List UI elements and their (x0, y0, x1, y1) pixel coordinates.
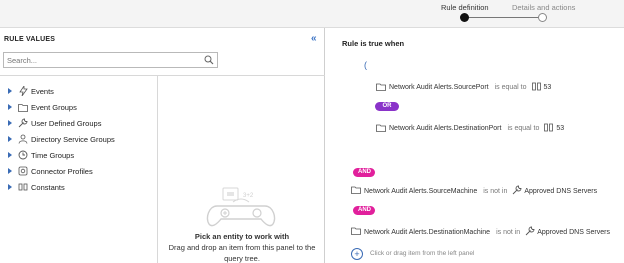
condition-row[interactable]: Network Audit Alerts.DestinationMachine … (351, 226, 610, 238)
condition-field: Network Audit Alerts.SourceMachine (364, 187, 478, 195)
caret-right-icon[interactable] (8, 168, 12, 174)
clock-icon (18, 150, 28, 160)
wrench-icon (512, 185, 522, 197)
search-box (3, 52, 218, 68)
condition-value[interactable]: Approved DNS Servers (524, 188, 597, 195)
folder-icon (376, 124, 386, 134)
tree-item-directory-service-groups[interactable]: Directory Service Groups (8, 132, 115, 146)
rule-values-panel: RULE VALUES « Events Event Groups User D… (0, 28, 325, 263)
rule-header: Rule is true when (342, 39, 405, 48)
add-condition-hint: Click or drag item from the left panel (370, 250, 475, 257)
and-badge[interactable]: AND (353, 168, 375, 177)
constants-icon (18, 182, 28, 192)
tree-item-time-groups[interactable]: Time Groups (8, 148, 74, 162)
condition-operator[interactable]: is equal to (495, 84, 527, 91)
query-tree-panel: Rule is true when ( Network Audit Alerts… (326, 28, 624, 263)
svg-text:3+2: 3+2 (243, 193, 254, 199)
condition-field: Network Audit Alerts.DestinationPort (389, 125, 502, 132)
condition-operator[interactable]: is equal to (507, 125, 539, 132)
panel-title: RULE VALUES (4, 36, 56, 43)
step-dot-inactive (538, 13, 547, 22)
folder-icon (351, 186, 361, 196)
wrench-icon (525, 226, 535, 238)
tree-item-constants[interactable]: Constants (8, 180, 65, 194)
condition-operator[interactable]: is not in (496, 229, 520, 236)
step-rule-definition[interactable]: Rule definition (441, 3, 489, 12)
wizard-stepper: Rule definition Details and actions (0, 0, 624, 28)
caret-right-icon[interactable] (8, 120, 12, 126)
condition-value[interactable]: 53 (556, 125, 564, 132)
stepper-connector (467, 17, 541, 18)
caret-right-icon[interactable] (8, 152, 12, 158)
step-dot-active (460, 13, 469, 22)
tree-item-event-groups[interactable]: Event Groups (8, 100, 77, 114)
caret-right-icon[interactable] (8, 184, 12, 190)
condition-operator[interactable]: is not in (483, 188, 507, 195)
folder-icon (376, 83, 386, 93)
tree-item-label: Directory Service Groups (31, 134, 115, 144)
tree-item-label: Constants (31, 182, 65, 192)
group-open-paren: ( (364, 60, 367, 70)
entity-tree: Events Event Groups User Defined Groups … (0, 76, 158, 263)
wrench-icon (18, 118, 28, 128)
search-input[interactable] (7, 55, 197, 66)
add-condition-button[interactable]: + (351, 248, 363, 260)
empty-state: 3+2 Pick an entity to work with Drag and… (159, 76, 325, 263)
tree-item-label: Event Groups (31, 102, 77, 112)
search-icon[interactable] (204, 55, 214, 67)
condition-row[interactable]: Network Audit Alerts.DestinationPort is … (376, 123, 564, 134)
or-badge[interactable]: OR (375, 102, 399, 111)
collapse-panel-button[interactable]: « (311, 33, 317, 44)
folder-icon (18, 102, 28, 112)
condition-value[interactable]: Approved DNS Servers (537, 229, 610, 236)
number-icon (544, 123, 554, 134)
tree-item-events[interactable]: Events (8, 84, 54, 98)
tree-item-label: Time Groups (31, 150, 75, 160)
condition-field: Network Audit Alerts.DestinationMachine (364, 228, 491, 236)
tree-item-user-defined-groups[interactable]: User Defined Groups (8, 116, 101, 130)
tree-item-label: Connector Profiles (31, 166, 93, 176)
condition-field: Network Audit Alerts.SourcePort (389, 84, 489, 91)
caret-right-icon[interactable] (8, 136, 12, 142)
condition-value[interactable]: 53 (544, 84, 552, 91)
number-icon (531, 82, 542, 93)
user-icon (18, 134, 28, 144)
tree-item-connector-profiles[interactable]: Connector Profiles (8, 164, 93, 178)
caret-right-icon[interactable] (8, 104, 12, 110)
gamepad-icon: 3+2 (203, 186, 281, 230)
condition-row[interactable]: Network Audit Alerts.SourceMachine is no… (351, 185, 597, 197)
tree-item-label: User Defined Groups (31, 118, 102, 128)
empty-state-description: Drag and drop an item from this panel to… (168, 243, 316, 263)
folder-icon (351, 227, 361, 237)
plug-icon (18, 166, 28, 176)
empty-state-title: Pick an entity to work with (194, 232, 290, 241)
condition-row[interactable]: Network Audit Alerts.SourcePort is equal… (376, 82, 551, 93)
step-details-actions[interactable]: Details and actions (512, 3, 575, 12)
caret-right-icon[interactable] (8, 88, 12, 94)
and-badge[interactable]: AND (353, 206, 375, 215)
tree-item-label: Events (31, 86, 54, 96)
lightning-icon (18, 86, 28, 96)
